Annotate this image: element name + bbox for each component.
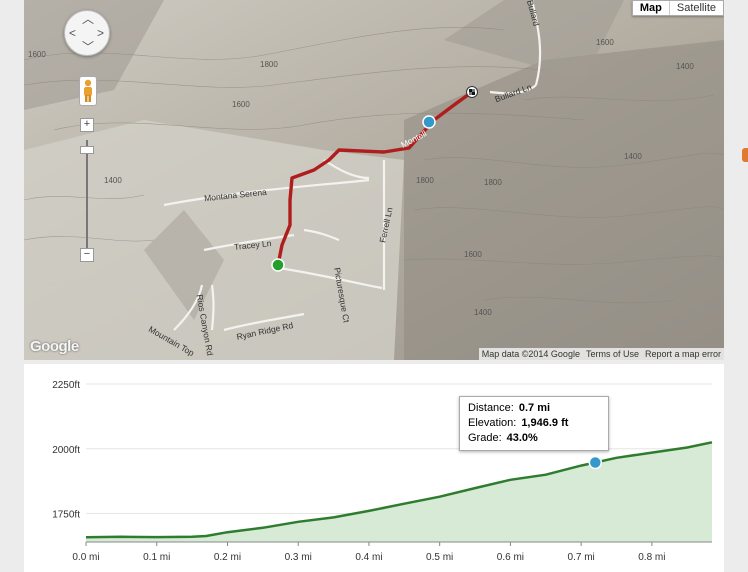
x-tick-label: 0.5 mi [426, 552, 453, 563]
side-tab-icon[interactable] [742, 148, 748, 162]
map-type-control[interactable]: Map Satellite [631, 0, 724, 16]
contour-label: 1800 [260, 60, 278, 69]
terms-link[interactable]: Terms of Use [586, 348, 639, 360]
contour-label: 1400 [104, 176, 122, 185]
contour-label: 1600 [28, 50, 46, 59]
map-type-map-button[interactable]: Map [633, 1, 669, 15]
tooltip-elevation-value: 1,946.9 ft [521, 417, 569, 429]
terrain-map [24, 0, 724, 360]
x-tick-label: 0.8 mi [638, 552, 665, 563]
tooltip-distance-value: 0.7 mi [518, 402, 551, 414]
contour-label: 1400 [676, 62, 694, 71]
tooltip-grade-label: Grade: [468, 432, 502, 444]
tooltip-grade-value: 43.0% [506, 432, 538, 444]
contour-label: 1600 [232, 100, 250, 109]
y-tick-label: 1750ft [52, 510, 80, 521]
x-tick-label: 0.4 mi [355, 552, 382, 563]
elevation-chart[interactable]: 2250ft 2000ft 1750ft 0.0 mi 0.1 mi 0.2 mi 0.3 … [24, 364, 724, 572]
contour-label: 1400 [474, 308, 492, 317]
pan-down-icon[interactable]: ﹀ [82, 41, 94, 53]
report-error-link[interactable]: Report a map error [645, 348, 721, 360]
pan-right-icon[interactable]: > [97, 27, 104, 39]
map-data-credit: Map data ©2014 Google [481, 349, 580, 359]
x-tick-label: 0.0 mi [72, 552, 99, 563]
tooltip-elevation-label: Elevation: [468, 417, 517, 429]
x-tick-label: 0.1 mi [143, 552, 170, 563]
google-logo: Google [30, 338, 79, 355]
map-attribution: Map data ©2014 Google Terms of Use Repor… [478, 348, 724, 360]
contour-label: 1600 [464, 250, 482, 259]
x-tick-label: 0.6 mi [497, 552, 524, 563]
contour-label: 1800 [484, 178, 502, 187]
zoom-control[interactable]: + − [80, 118, 94, 266]
elevation-plot: 2250ft 2000ft 1750ft 0.0 mi 0.1 mi 0.2 mi 0.3 … [52, 380, 713, 563]
elevation-tooltip: Distance: 0.7 mi Elevation: 1,946.9 ft Gra… [459, 396, 609, 451]
contour-label: 1800 [416, 176, 434, 185]
map-view[interactable]: 1600 1800 1600 1400 1800 1600 1400 1800 … [24, 0, 724, 360]
pan-control[interactable]: ︿ ﹀ < > [64, 10, 110, 56]
x-tick-label: 0.2 mi [214, 552, 241, 563]
tooltip-distance-label: Distance: [468, 402, 514, 414]
pan-up-icon[interactable]: ︿ [82, 13, 94, 25]
pegman-icon[interactable] [79, 76, 97, 106]
contour-label: 1600 [596, 38, 614, 47]
finish-flag-icon [469, 89, 475, 95]
position-marker [422, 115, 436, 129]
y-tick-label: 2250ft [52, 380, 80, 391]
pan-left-icon[interactable]: < [69, 27, 76, 39]
zoom-slider-thumb[interactable] [80, 146, 94, 154]
contour-label: 1400 [624, 152, 642, 161]
y-tick-label: 2000ft [52, 445, 80, 456]
zoom-in-button[interactable]: + [80, 118, 94, 132]
x-tick-label: 0.3 mi [285, 552, 312, 563]
x-tick-label: 0.7 mi [568, 552, 595, 563]
zoom-out-button[interactable]: − [80, 248, 94, 262]
elevation-position-marker [588, 455, 603, 470]
map-type-satellite-button[interactable]: Satellite [668, 1, 723, 15]
start-marker [271, 258, 285, 272]
